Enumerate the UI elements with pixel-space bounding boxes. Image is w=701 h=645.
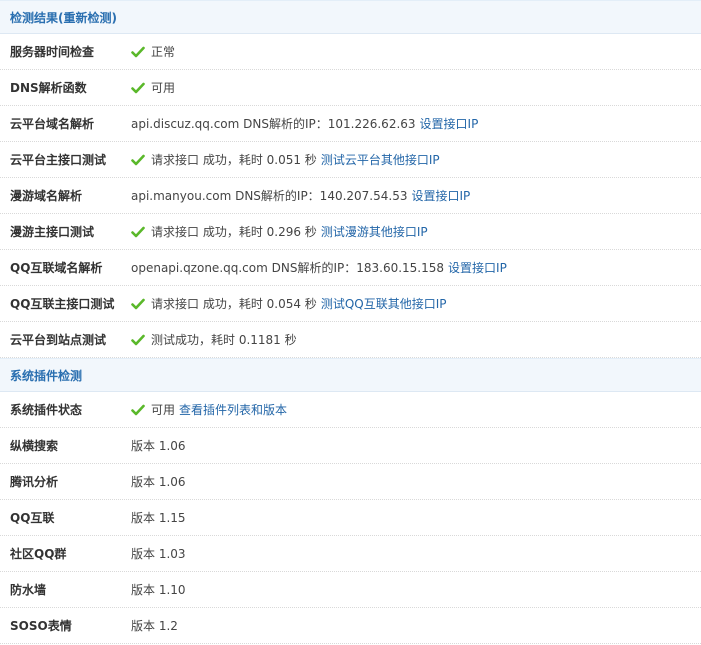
checkmark-icon bbox=[131, 298, 145, 310]
check-value: 测试成功，耗时 0.1181 秒 bbox=[131, 331, 701, 348]
check-label: 腾讯分析 bbox=[10, 475, 59, 489]
section-header: 系统插件检测 bbox=[0, 358, 701, 392]
check-value: 可用 查看插件列表和版本 bbox=[131, 401, 701, 418]
check-status-text: api.discuz.qq.com DNS解析的IP：101.226.62.63 bbox=[131, 117, 416, 131]
check-value: 版本 1.03 bbox=[131, 545, 701, 562]
action-link[interactable]: 设置接口IP bbox=[411, 187, 470, 204]
check-row: DNS解析函数 可用 bbox=[0, 70, 701, 106]
check-value: openapi.qzone.qq.com DNS解析的IP：183.60.15.… bbox=[131, 259, 701, 276]
check-status-text: 版本 1.06 bbox=[131, 439, 186, 453]
check-label: 纵横搜索 bbox=[10, 439, 59, 453]
check-label: QQ互联主接口测试 bbox=[10, 297, 115, 311]
check-value: 版本 1.06 bbox=[131, 473, 701, 490]
checkmark-icon bbox=[131, 334, 145, 346]
check-status-text: 版本 1.15 bbox=[131, 511, 186, 525]
check-label: 社区QQ群 bbox=[10, 547, 67, 561]
check-value: 正常 bbox=[131, 43, 701, 60]
check-status-text: 可用 bbox=[151, 81, 176, 95]
check-label: 云平台到站点测试 bbox=[10, 333, 107, 347]
diagnostics-panel: 检测结果(重新检测) 服务器时间检查 正常 DNS解析函数 可用 云平台域名解析 api.d… bbox=[0, 0, 701, 644]
check-value: api.discuz.qq.com DNS解析的IP：101.226.62.63… bbox=[131, 115, 701, 132]
check-row: 漫游域名解析 api.manyou.com DNS解析的IP：140.207.54… bbox=[0, 178, 701, 214]
check-status-text: 可用 bbox=[151, 403, 176, 417]
check-status-text: 请求接口 成功，耗时 0.051 秒 bbox=[151, 153, 317, 167]
check-row: 漫游主接口测试 请求接口 成功，耗时 0.296 秒测试漫游其他接口IP bbox=[0, 214, 701, 250]
check-row: QQ互联 版本 1.15 bbox=[0, 500, 701, 536]
checkmark-icon bbox=[131, 154, 145, 166]
action-link[interactable]: 设置接口IP bbox=[420, 115, 479, 132]
check-row: 纵横搜索 版本 1.06 bbox=[0, 428, 701, 464]
check-label: 云平台域名解析 bbox=[10, 117, 95, 131]
check-label: 系统插件状态 bbox=[10, 403, 83, 417]
check-row: 系统插件状态 可用 查看插件列表和版本 bbox=[0, 392, 701, 428]
check-value: 请求接口 成功，耗时 0.051 秒测试云平台其他接口IP bbox=[131, 151, 701, 168]
check-row: 服务器时间检查 正常 bbox=[0, 34, 701, 70]
check-value: 版本 1.06 bbox=[131, 437, 701, 454]
check-row: 云平台域名解析 api.discuz.qq.com DNS解析的IP：101.22… bbox=[0, 106, 701, 142]
check-row: 腾讯分析 版本 1.06 bbox=[0, 464, 701, 500]
check-value: 版本 1.15 bbox=[131, 509, 701, 526]
check-value: api.manyou.com DNS解析的IP：140.207.54.53 设置接… bbox=[131, 187, 701, 204]
check-status-text: 版本 1.06 bbox=[131, 475, 186, 489]
check-status-text: openapi.qzone.qq.com DNS解析的IP：183.60.15.… bbox=[131, 261, 445, 275]
check-row: 社区QQ群 版本 1.03 bbox=[0, 536, 701, 572]
check-row: QQ互联域名解析 openapi.qzone.qq.com DNS解析的IP：18… bbox=[0, 250, 701, 286]
check-status-text: 请求接口 成功，耗时 0.054 秒 bbox=[151, 297, 317, 311]
check-label: QQ互联 bbox=[10, 511, 55, 525]
check-value: 请求接口 成功，耗时 0.296 秒测试漫游其他接口IP bbox=[131, 223, 701, 240]
action-link[interactable]: 设置接口IP bbox=[448, 259, 507, 276]
check-status-text: 版本 1.2 bbox=[131, 619, 178, 633]
section-header: 检测结果(重新检测) bbox=[0, 0, 701, 34]
check-value: 请求接口 成功，耗时 0.054 秒测试QQ互联其他接口IP bbox=[131, 295, 701, 312]
check-value: 版本 1.10 bbox=[131, 581, 701, 598]
plugin-check-title: 系统插件检测 bbox=[10, 368, 83, 383]
check-label: SOSO表情 bbox=[10, 619, 72, 633]
checkmark-icon bbox=[131, 226, 145, 238]
check-results-title[interactable]: 检测结果(重新检测) bbox=[10, 9, 117, 26]
check-status-text: 版本 1.10 bbox=[131, 583, 186, 597]
check-value: 可用 bbox=[131, 79, 701, 96]
check-value: 版本 1.2 bbox=[131, 617, 701, 634]
check-label: DNS解析函数 bbox=[10, 81, 87, 95]
check-row: 云平台到站点测试 测试成功，耗时 0.1181 秒 bbox=[0, 322, 701, 358]
action-link[interactable]: 测试QQ互联其他接口IP bbox=[321, 295, 447, 312]
action-link[interactable]: 查看插件列表和版本 bbox=[179, 401, 287, 418]
check-row: SOSO表情 版本 1.2 bbox=[0, 608, 701, 644]
check-label: QQ互联域名解析 bbox=[10, 261, 103, 275]
check-label: 服务器时间检查 bbox=[10, 45, 95, 59]
check-status-text: 正常 bbox=[151, 45, 176, 59]
check-label: 漫游域名解析 bbox=[10, 189, 83, 203]
action-link[interactable]: 测试云平台其他接口IP bbox=[321, 151, 440, 168]
checkmark-icon bbox=[131, 404, 145, 416]
check-label: 漫游主接口测试 bbox=[10, 225, 95, 239]
check-status-text: 请求接口 成功，耗时 0.296 秒 bbox=[151, 225, 317, 239]
check-row: QQ互联主接口测试 请求接口 成功，耗时 0.054 秒测试QQ互联其他接口IP bbox=[0, 286, 701, 322]
check-label: 防水墙 bbox=[10, 583, 47, 597]
check-row: 云平台主接口测试 请求接口 成功，耗时 0.051 秒测试云平台其他接口IP bbox=[0, 142, 701, 178]
check-status-text: 版本 1.03 bbox=[131, 547, 186, 561]
checkmark-icon bbox=[131, 82, 145, 94]
check-row: 防水墙 版本 1.10 bbox=[0, 572, 701, 608]
check-status-text: 测试成功，耗时 0.1181 秒 bbox=[151, 333, 297, 347]
action-link[interactable]: 测试漫游其他接口IP bbox=[321, 223, 428, 240]
checkmark-icon bbox=[131, 46, 145, 58]
check-label: 云平台主接口测试 bbox=[10, 153, 107, 167]
check-status-text: api.manyou.com DNS解析的IP：140.207.54.53 bbox=[131, 189, 408, 203]
